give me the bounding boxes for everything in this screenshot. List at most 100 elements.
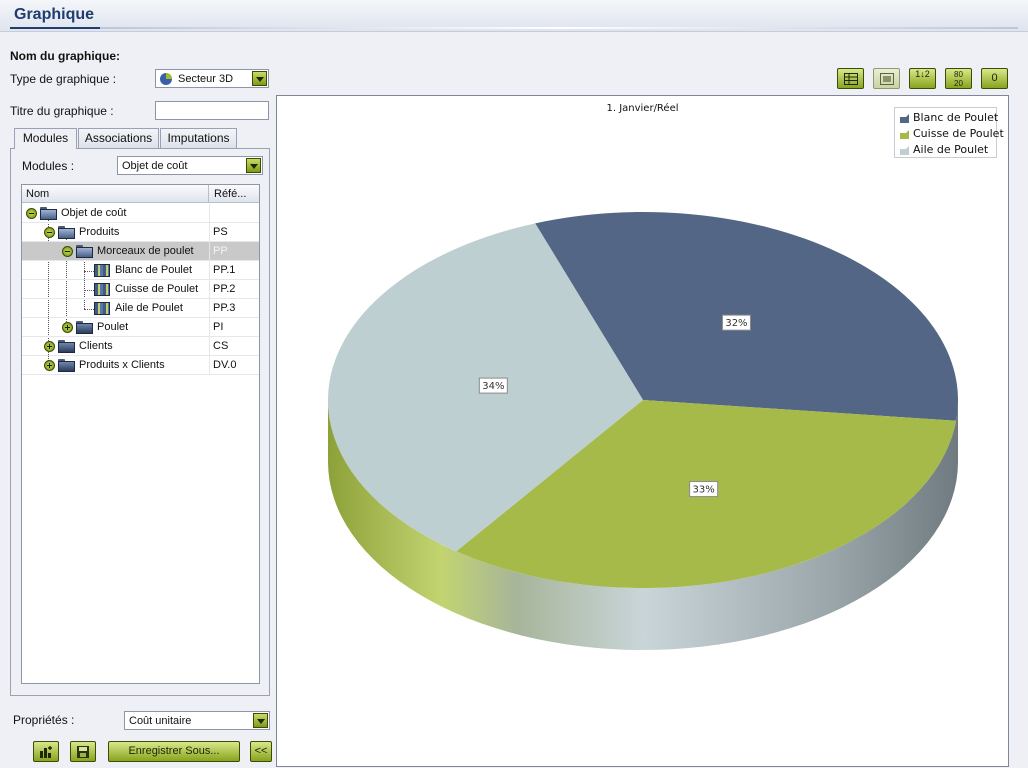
pareto-button[interactable]: 80 20 [945,68,972,89]
frame-icon [879,73,894,85]
tree-header: Nom Réfé... [22,185,259,203]
sort-button[interactable]: 1↓2 [909,68,936,89]
cost-object-icon [94,302,110,315]
save-button[interactable] [70,741,96,762]
tree-row-label: Objet de coût [61,207,127,219]
pie-chart: 32% 33% 34% [328,212,958,650]
pie-slice-label: 33% [689,481,719,498]
folder-icon [58,359,75,372]
tree-row-ref: PI [213,321,224,333]
chevron-down-icon[interactable] [253,713,268,728]
title-divider [100,27,1018,29]
folder-open-icon [76,245,93,258]
svg-text:33%: 33% [693,485,715,496]
pie-slice-label: 32% [721,314,751,331]
folder-open-icon [40,207,57,220]
collapse-icon[interactable] [44,227,55,238]
legend-label: Aile de Poulet [913,143,989,156]
tree-row-label: Produits x Clients [79,359,165,371]
tree-row[interactable]: Produits x Clients DV.0 [22,356,259,375]
save-as-button[interactable]: Enregistrer Sous... [108,741,240,762]
tree-row-label: Cuisse de Poulet [115,283,199,295]
collapse-icon[interactable] [62,246,73,257]
cost-object-icon [94,283,110,296]
chevron-down-icon[interactable] [246,158,261,173]
modules-label: Modules : [22,159,75,173]
floppy-disk-icon [77,746,89,758]
title-underline [10,27,100,29]
svg-text:34%: 34% [482,381,504,392]
chart-legend: Blanc de Poulet Cuisse de Poulet Aile de… [894,107,1004,158]
legend-swatch [900,130,909,139]
chart-type-value: Secteur 3D [178,73,234,85]
tree-row-selected[interactable]: Morceaux de poulet PP [22,242,259,261]
legend-label: Cuisse de Poulet [913,127,1004,140]
title-bar: Graphique [0,0,1028,32]
tree-row[interactable]: Poulet PI [22,318,259,337]
tree-row-ref: CS [213,340,229,352]
cost-object-icon [94,264,110,277]
zero-button[interactable]: 0 [981,68,1008,89]
page-title: Graphique [14,6,95,23]
sort-icon: 1↓2 [915,69,930,79]
tree-row-ref: PS [213,226,228,238]
tree-row-label: Aile de Poulet [115,302,183,314]
properties-select-value: Coût unitaire [129,715,192,727]
chart-type-label: Type de graphique : [10,72,117,86]
collapse-panel-button[interactable]: << [250,741,272,762]
expand-icon[interactable] [44,341,55,352]
tree-row-ref: PP.2 [213,283,236,295]
collapse-icon[interactable] [26,208,37,219]
column-header-ref[interactable]: Réfé... [214,188,246,200]
properties-label: Propriétés : [13,713,75,727]
legend-swatch [900,114,909,123]
table-icon [843,73,858,85]
new-chart-button[interactable] [33,741,59,762]
properties-select[interactable]: Coût unitaire [124,711,270,730]
pie-chart-icon [160,73,172,85]
tree-row-ref: PP.3 [213,302,236,314]
chart-title-label: Titre du graphique : [10,104,114,118]
tab-imputations[interactable]: Imputations [160,128,237,148]
tree-row[interactable]: Clients CS [22,337,259,356]
tree-row-ref: PP [213,245,228,257]
chevron-down-icon[interactable] [252,71,267,86]
folder-open-icon [58,226,75,239]
tree-row-label: Blanc de Poulet [115,264,193,276]
expand-icon[interactable] [62,322,73,333]
legend-swatch [900,146,909,155]
pareto-top-label: 80 [954,70,963,79]
chart-name-label: Nom du graphique: [10,49,120,63]
tree-row-label: Produits [79,226,120,238]
folder-icon [58,340,75,353]
tree-row-ref: DV.0 [213,359,237,371]
modules-select[interactable]: Objet de coût [117,156,263,175]
column-header-name[interactable]: Nom [26,188,49,200]
pareto-bottom-label: 20 [954,79,963,88]
folder-icon [76,321,93,334]
tree-row[interactable]: Objet de coût [22,204,259,223]
tree-row-label: Morceaux de poulet [97,245,194,257]
add-chart-icon [40,746,52,758]
module-tree[interactable]: Nom Réfé... Objet de coût Produits PS Mo… [21,184,260,684]
tree-row[interactable]: Cuisse de Poulet PP.2 [22,280,259,299]
pie-slice-label: 34% [478,377,508,394]
tree-row-label: Clients [79,340,113,352]
tab-associations[interactable]: Associations [78,128,159,148]
tree-row[interactable]: Produits PS [22,223,259,242]
modules-select-value: Objet de coût [122,160,188,172]
tree-row[interactable]: Aile de Poulet PP.3 [22,299,259,318]
chart-area: 32% 33% 34% 1. Janvier/Réel [276,95,1009,767]
legend-label: Blanc de Poulet [913,111,999,124]
tab-modules[interactable]: Modules [14,128,77,149]
expand-icon[interactable] [44,360,55,371]
chart-type-select[interactable]: Secteur 3D [155,69,269,88]
chart-title-input[interactable] [155,101,269,120]
table-view-button[interactable] [837,68,864,89]
svg-text:32%: 32% [725,318,747,329]
tree-row[interactable]: Blanc de Poulet PP.1 [22,261,259,280]
tree-row-ref: PP.1 [213,264,236,276]
column-separator [208,185,209,203]
chart-view-button[interactable] [873,68,900,89]
tree-row-label: Poulet [97,321,129,333]
